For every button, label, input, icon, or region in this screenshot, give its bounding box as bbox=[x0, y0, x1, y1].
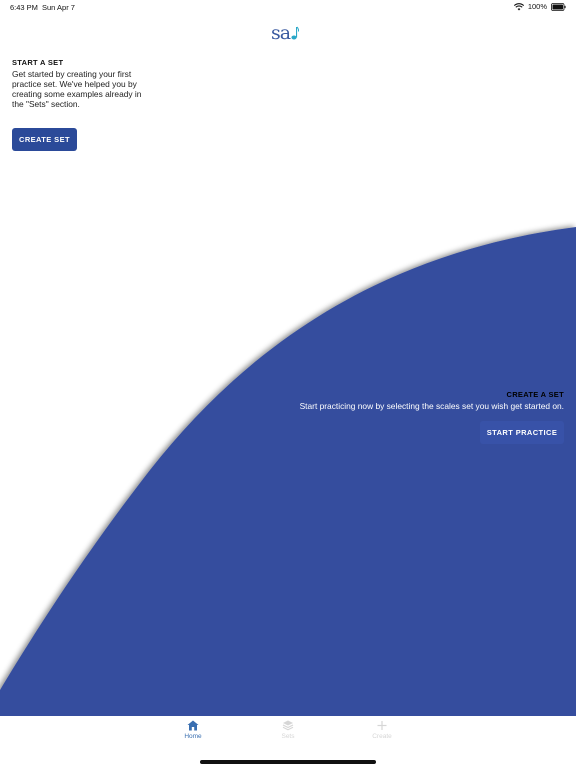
app-logo: sa bbox=[271, 22, 300, 44]
create-set-section: CREATE A SET Start practicing now by sel… bbox=[244, 390, 564, 411]
tab-sets-label: Sets bbox=[281, 733, 295, 740]
home-indicator bbox=[200, 760, 376, 764]
create-set-description: Start practicing now by selecting the sc… bbox=[299, 401, 564, 411]
sets-stack-icon bbox=[282, 720, 294, 731]
start-set-description: Get started by creating your first pract… bbox=[12, 69, 142, 109]
tab-sets[interactable]: Sets bbox=[268, 720, 308, 740]
music-note-icon bbox=[291, 26, 300, 40]
tab-create-label: Create bbox=[372, 733, 392, 740]
status-time: 6:43 PM bbox=[10, 3, 38, 12]
create-set-title: CREATE A SET bbox=[506, 390, 564, 399]
logo-text: sa bbox=[271, 22, 291, 44]
plus-icon bbox=[377, 721, 387, 730]
create-set-button[interactable]: CREATE SET bbox=[12, 128, 77, 151]
status-bar: 6:43 PM Sun Apr 7 100% bbox=[0, 0, 576, 16]
battery-icon bbox=[551, 2, 566, 11]
battery-percent: 100% bbox=[527, 2, 547, 11]
tab-create[interactable]: Create bbox=[362, 720, 402, 740]
start-set-title: START A SET bbox=[12, 58, 64, 67]
status-indicators: 100% bbox=[513, 2, 566, 11]
wifi-icon bbox=[513, 2, 524, 10]
start-set-section: START A SET Get started by creating your… bbox=[12, 58, 154, 109]
start-practice-button[interactable]: START PRACTICE bbox=[480, 421, 564, 444]
tab-home-label: Home bbox=[184, 733, 202, 740]
status-date: Sun Apr 7 bbox=[42, 3, 75, 12]
home-icon bbox=[187, 720, 199, 731]
tab-home[interactable]: Home bbox=[173, 720, 213, 740]
